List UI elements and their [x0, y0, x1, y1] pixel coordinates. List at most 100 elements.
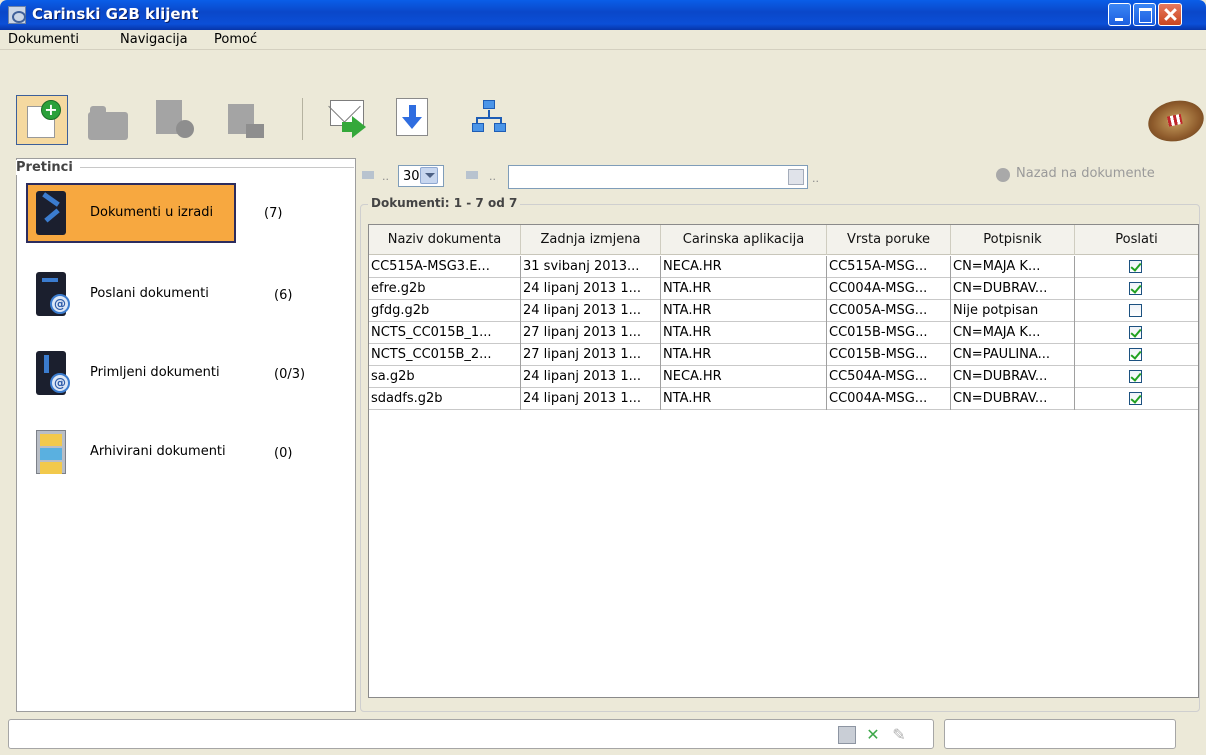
column-header[interactable]: Potpisnik	[951, 225, 1075, 255]
download-icon[interactable]	[396, 98, 428, 136]
document-name-cell: CC515A-MSG3.E...	[369, 256, 521, 278]
customs-application-cell: NTA.HR	[661, 388, 827, 410]
folder-count: (6)	[274, 288, 293, 303]
table-row[interactable]: CC515A-MSG3.E... 31 svibanj 2013... NECA.H…	[369, 256, 1198, 278]
received-mail-icon: @	[36, 351, 70, 395]
customs-application-cell: NECA.HR	[661, 256, 827, 278]
send-checkbox[interactable]	[1129, 282, 1142, 295]
folder-count: (0/3)	[274, 367, 306, 382]
table-row[interactable]: NCTS_CC015B_1... 27 lipanj 2013 1... NTA.H…	[369, 322, 1198, 344]
folder-dokumenti-u-izradi[interactable]: Dokumenti u izradi	[26, 183, 236, 243]
folder-arhivirani-dokumenti[interactable]: Arhivirani dokumenti (0)	[28, 424, 348, 484]
last-modified-cell: 31 svibanj 2013...	[521, 256, 661, 278]
folder-label: Poslani dokumenti	[90, 286, 209, 301]
table-row[interactable]: sdadfs.g2b 24 lipanj 2013 1... NTA.HR CC004…	[369, 388, 1198, 410]
send-checkbox[interactable]	[1129, 370, 1142, 383]
send-checkbox[interactable]	[1129, 304, 1142, 317]
file-cabinet-icon	[36, 430, 66, 474]
last-modified-cell: 24 lipanj 2013 1...	[521, 366, 661, 388]
folder-label: Dokumenti u izradi	[90, 205, 214, 220]
send-cell	[1075, 256, 1198, 278]
filter-icon[interactable]	[788, 169, 804, 185]
send-cell	[1075, 388, 1198, 410]
title-bar: Carinski G2B klijent	[0, 0, 1206, 30]
customs-application-cell: NECA.HR	[661, 366, 827, 388]
table-header: Naziv dokumenta Zadnja izmjena Carinska …	[369, 225, 1198, 255]
document-name-cell: efre.g2b	[369, 278, 521, 300]
document-name-cell: sa.g2b	[369, 366, 521, 388]
signer-cell: CN=DUBRAV...	[951, 278, 1075, 300]
send-checkbox[interactable]	[1129, 260, 1142, 273]
message-type-cell: CC015B-MSG...	[827, 322, 951, 344]
open-folder-icon[interactable]	[88, 106, 132, 140]
table-row[interactable]: NCTS_CC015B_2... 27 lipanj 2013 1... NTA.H…	[369, 344, 1198, 366]
column-header[interactable]: Carinska aplikacija	[661, 225, 827, 255]
first-page-icon[interactable]	[362, 171, 374, 179]
send-cell	[1075, 322, 1198, 344]
menu-dokumenti[interactable]: Dokumenti	[8, 32, 79, 47]
unlock-icon[interactable]	[222, 100, 266, 140]
send-checkbox[interactable]	[1129, 326, 1142, 339]
message-type-cell: CC004A-MSG...	[827, 388, 951, 410]
column-header[interactable]: Zadnja izmjena	[521, 225, 661, 255]
column-header[interactable]: Naziv dokumenta	[369, 225, 521, 255]
send-checkbox[interactable]	[1129, 392, 1142, 405]
expand-icon[interactable]: ✕	[864, 726, 882, 744]
signer-cell: CN=MAJA K...	[951, 322, 1075, 344]
message-type-cell: CC004A-MSG...	[827, 278, 951, 300]
folder-count: (0)	[274, 446, 293, 461]
next-page-icon[interactable]	[466, 171, 478, 179]
filter-input[interactable]	[508, 165, 808, 189]
window-title: Carinski G2B klijent	[32, 5, 199, 23]
menu-navigacija[interactable]: Navigacija	[120, 32, 188, 47]
signer-cell: CN=PAULINA...	[951, 344, 1075, 366]
last-modified-cell: 24 lipanj 2013 1...	[521, 300, 661, 322]
table-row[interactable]: gfdg.g2b 24 lipanj 2013 1... NTA.HR CC005A-…	[369, 300, 1198, 322]
delete-document-icon[interactable]	[152, 100, 196, 140]
column-header[interactable]: Vrsta poruke	[827, 225, 951, 255]
document-name-cell: sdadfs.g2b	[369, 388, 521, 410]
sent-mail-icon: @	[36, 272, 70, 316]
back-icon	[996, 168, 1010, 182]
send-cell	[1075, 300, 1198, 322]
last-modified-cell: 24 lipanj 2013 1...	[521, 388, 661, 410]
minimize-button[interactable]	[1108, 3, 1131, 26]
maximize-button[interactable]	[1133, 3, 1156, 26]
tools-icon	[36, 191, 66, 235]
network-icon[interactable]	[472, 100, 506, 134]
documents-title: Dokumenti: 1 - 7 od 7	[368, 196, 521, 210]
signer-cell: CN=DUBRAV...	[951, 366, 1075, 388]
signer-cell: Nije potpisan	[951, 300, 1075, 322]
documents-table: Naziv dokumenta Zadnja izmjena Carinska …	[368, 224, 1199, 698]
new-document-button[interactable]: +	[16, 95, 68, 145]
croatian-customs-logo	[1144, 95, 1206, 147]
signer-cell: CN=MAJA K...	[951, 256, 1075, 278]
folder-poslani-dokumenti[interactable]: @ Poslani dokumenti (6)	[28, 266, 348, 326]
last-modified-cell: 27 lipanj 2013 1...	[521, 322, 661, 344]
eraser-icon[interactable]: ✎	[890, 726, 908, 744]
customs-application-cell: NTA.HR	[661, 300, 827, 322]
message-type-cell: CC504A-MSG...	[827, 366, 951, 388]
toolbar-separator	[302, 98, 303, 140]
app-icon[interactable]	[8, 6, 26, 24]
document-name-cell: NCTS_CC015B_2...	[369, 344, 521, 366]
folder-primljeni-dokumenti[interactable]: @ Primljeni dokumenti (0/3)	[28, 345, 348, 405]
send-cell	[1075, 278, 1198, 300]
status-message	[8, 719, 934, 749]
document-name-cell: gfdg.g2b	[369, 300, 521, 322]
table-row[interactable]: sa.g2b 24 lipanj 2013 1... NECA.HR CC504A-M…	[369, 366, 1198, 388]
close-button[interactable]	[1158, 3, 1182, 26]
table-row[interactable]: efre.g2b 24 lipanj 2013 1... NTA.HR CC004A-…	[369, 278, 1198, 300]
message-type-cell: CC015B-MSG...	[827, 344, 951, 366]
column-header[interactable]: Poslati	[1075, 225, 1198, 255]
customs-application-cell: NTA.HR	[661, 278, 827, 300]
chevron-down-icon[interactable]	[420, 167, 438, 184]
last-modified-cell: 27 lipanj 2013 1...	[521, 344, 661, 366]
signer-cell: CN=DUBRAV...	[951, 388, 1075, 410]
send-checkbox[interactable]	[1129, 348, 1142, 361]
spinner-icon[interactable]	[838, 726, 856, 744]
last-modified-cell: 24 lipanj 2013 1...	[521, 278, 661, 300]
menu-pomoc[interactable]: Pomoć	[214, 32, 257, 47]
customs-application-cell: NTA.HR	[661, 322, 827, 344]
customs-application-cell: NTA.HR	[661, 344, 827, 366]
